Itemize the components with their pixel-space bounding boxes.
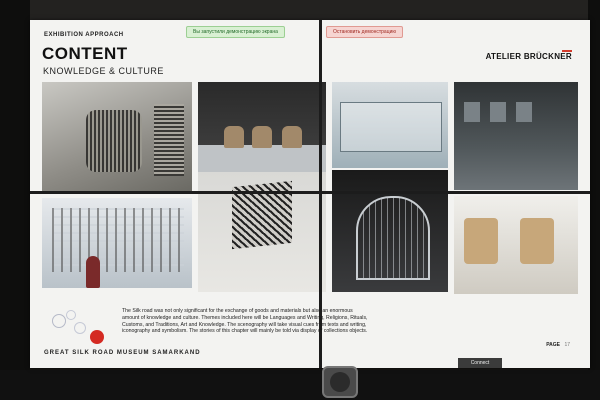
page-label: PAGE: [546, 342, 560, 348]
wireframe-arch: [356, 196, 430, 280]
screen-seam-horizontal: [30, 191, 590, 194]
brand-logo: ATELIER BRÜCKNER: [485, 52, 572, 61]
photo-buddha-heads: [198, 82, 326, 172]
textile-robe: [520, 218, 554, 264]
textile-robe: [464, 218, 498, 264]
sculpture: [224, 126, 244, 148]
red-circle-mark: [90, 330, 104, 344]
floor: [0, 370, 600, 400]
dot: [52, 314, 66, 328]
ceiling: [0, 0, 600, 20]
photo-lattice-installation: [42, 82, 192, 192]
left-wall-strip: [0, 0, 30, 400]
sculpture: [282, 126, 302, 148]
gallery-panel: [464, 102, 480, 122]
script-grid: [52, 208, 184, 272]
photo-script-wall: [42, 198, 192, 288]
display-screen: EXHIBITION APPROACH CONTENT KNOWLEDGE & …: [30, 20, 590, 368]
photo-wireframe-architecture: [332, 170, 448, 292]
slide-subtitle: KNOWLEDGE & CULTURE: [43, 66, 164, 76]
page-number: 17: [564, 342, 570, 348]
museum-footer: GREAT SILK ROAD MUSEUM SAMARKAND: [44, 350, 201, 356]
display-case: [340, 102, 442, 152]
photo-textile-display: [454, 196, 578, 294]
dot: [74, 322, 86, 334]
gallery-panel: [516, 102, 532, 122]
lattice-panel: [154, 104, 184, 176]
slide-body-text: The Silk road was not only significant f…: [122, 308, 368, 335]
photo-dark-gallery: [454, 82, 578, 190]
gallery-panel: [490, 102, 506, 122]
stop-sharing-button[interactable]: Остановить демонстрацию: [326, 26, 404, 38]
slide-title: CONTENT: [42, 44, 128, 63]
camera-lens-icon: [330, 372, 350, 392]
photo-vitrine-objects: [332, 82, 448, 168]
dot: [66, 310, 76, 320]
screen-seam-vertical: [319, 20, 322, 368]
connect-button[interactable]: Connect: [458, 358, 502, 368]
photo-lattice-cube: [198, 172, 326, 292]
slide-eyebrow: EXHIBITION APPROACH: [44, 32, 124, 38]
lattice-cylinder: [86, 110, 142, 172]
visitor-figure: [86, 256, 100, 288]
sculpture: [252, 126, 272, 148]
screen-share-notification: Вы запустили демонстрацию экрана: [186, 26, 285, 38]
